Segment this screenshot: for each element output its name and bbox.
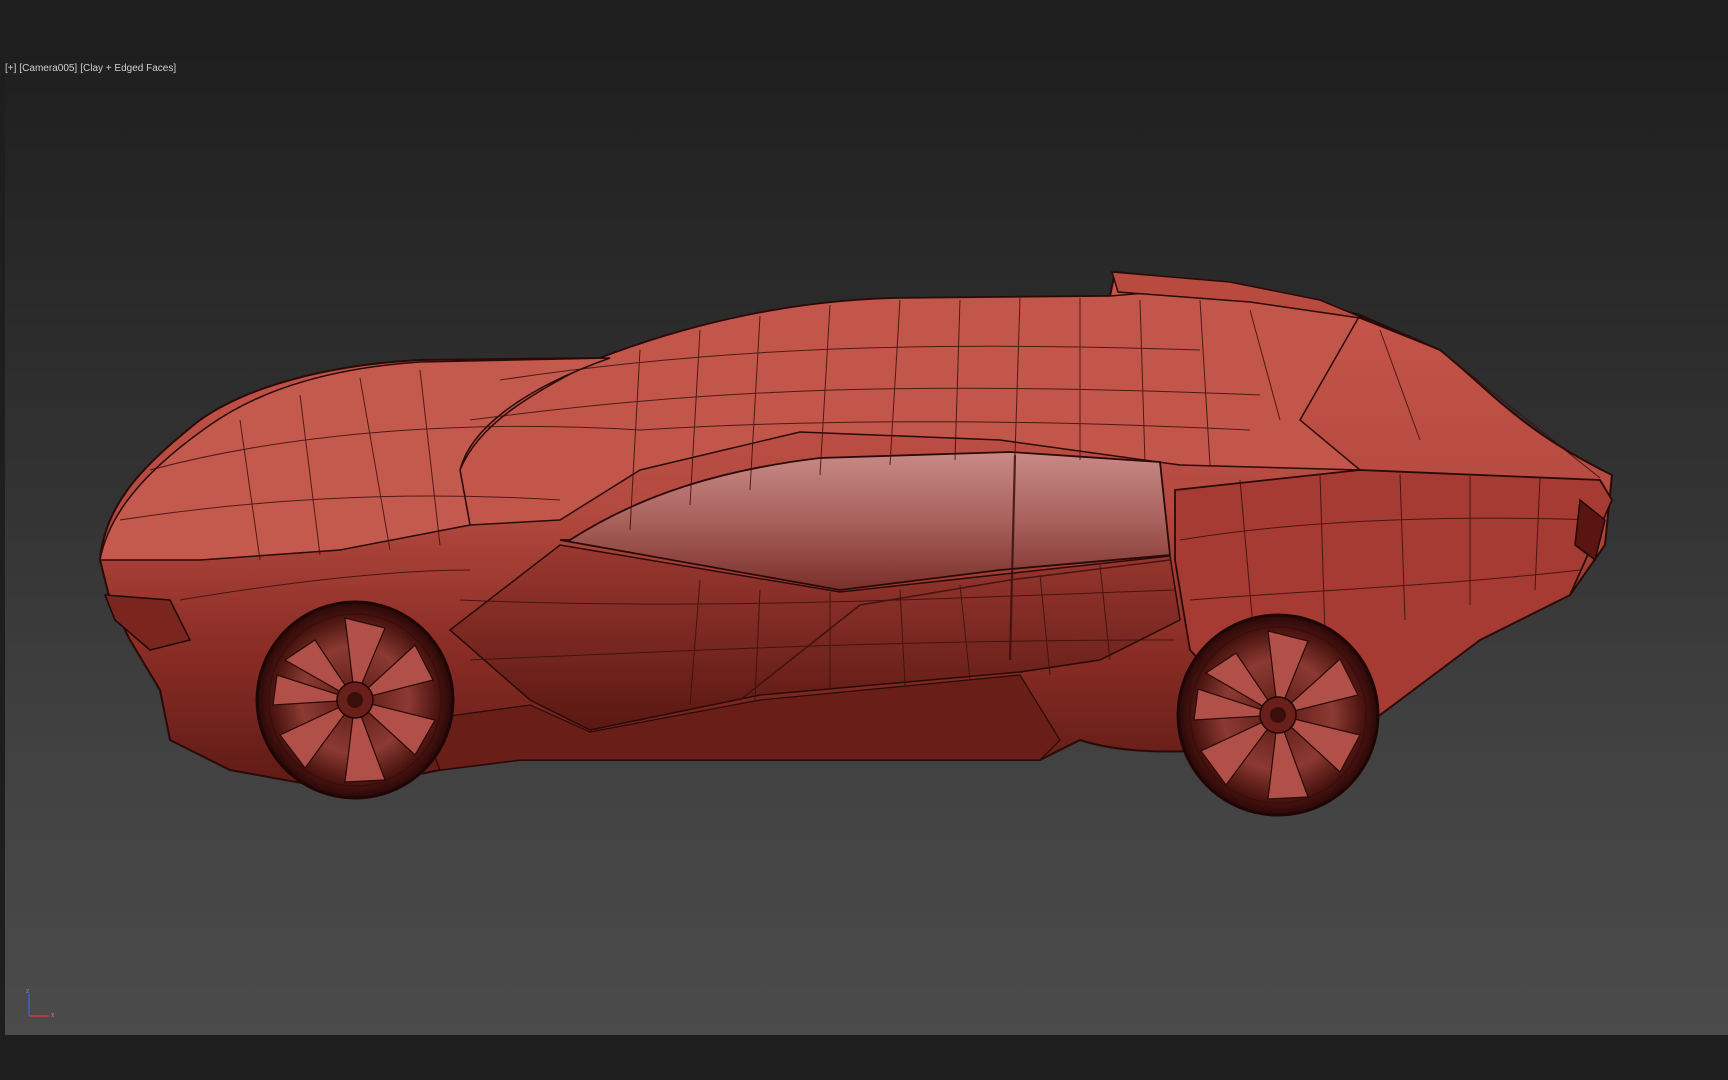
front-wheel	[255, 600, 455, 800]
viewport-label-menu: [+] [Camera005] [Clay + Edged Faces]	[5, 63, 176, 74]
status-bar-area	[0, 1035, 1728, 1080]
title-bar-area	[0, 0, 1728, 58]
viewport-shading-menu[interactable]: [Clay + Edged Faces]	[80, 63, 176, 74]
car-model[interactable]	[5, 58, 1728, 1035]
rear-wheel	[1176, 613, 1380, 817]
3d-viewport[interactable]: [+] [Camera005] [Clay + Edged Faces] z x	[5, 58, 1728, 1035]
axis-x-label: x	[51, 1012, 55, 1019]
axis-z-label: z	[26, 988, 30, 995]
viewport-camera-menu[interactable]: [Camera005]	[19, 63, 77, 74]
viewport-plus-menu[interactable]: [+]	[5, 63, 16, 74]
axis-gizmo-icon: z x	[26, 988, 55, 1019]
